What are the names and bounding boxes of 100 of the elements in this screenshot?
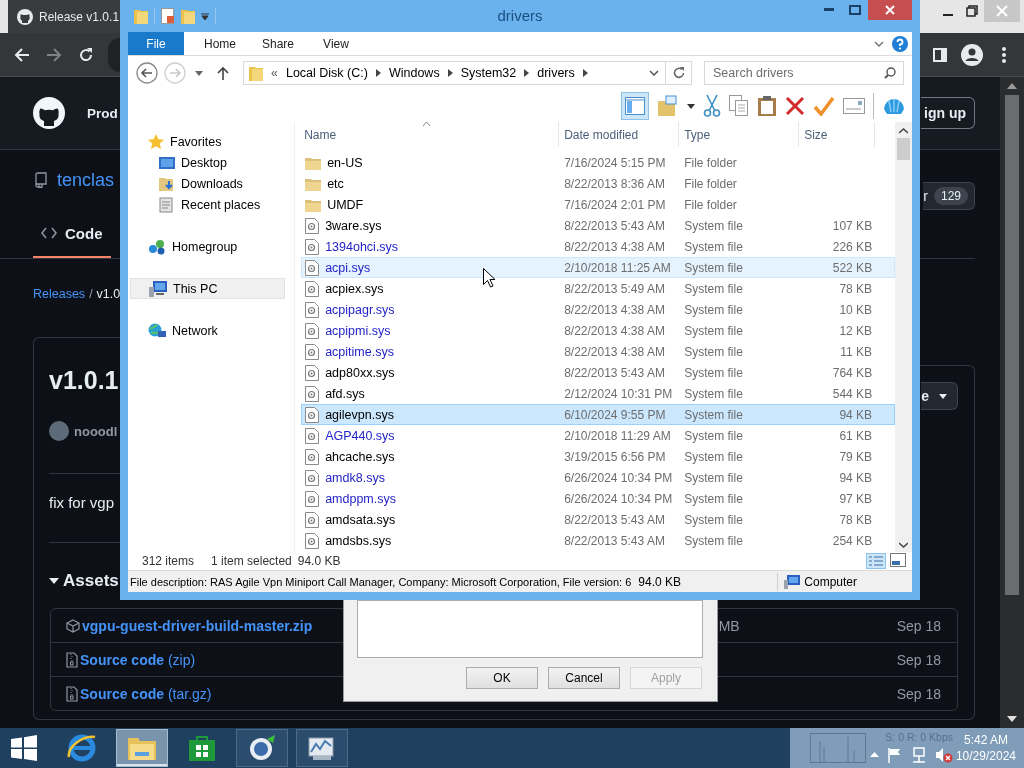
scroll-up-icon[interactable] [1007, 83, 1017, 89]
browser-tab[interactable]: Release v1.0.1 [8, 0, 120, 33]
sign-up-button[interactable]: ign up [921, 97, 975, 129]
layout-pane-button[interactable] [621, 92, 649, 120]
delete-icon[interactable] [785, 96, 805, 116]
search-field[interactable]: Search drivers [704, 61, 904, 85]
asset-link[interactable]: vgpu-guest-driver-build-master.zip [82, 617, 313, 634]
file-row[interactable]: acpi.sys 2/10/2018 11:25 AM System file 522 KB [301, 257, 896, 278]
nav-item[interactable]: Desktop [130, 152, 285, 173]
file-row[interactable]: amdsbs.sys 8/22/2013 5:43 AM System file 254 KB [301, 530, 896, 551]
code-tab[interactable]: Code [33, 210, 111, 258]
clipboard-icon[interactable] [757, 95, 777, 117]
dialog-button[interactable]: OK [466, 667, 538, 689]
file-row[interactable]: etc 8/22/2013 8:36 AM File folder [301, 173, 896, 194]
chevron-icon[interactable] [582, 69, 588, 77]
ribbon-tab[interactable]: View [314, 32, 358, 55]
network-icon[interactable] [911, 746, 927, 763]
ribbon-tab[interactable]: Home [198, 32, 242, 55]
file-type: File folder [683, 155, 738, 170]
logo-icon[interactable] [33, 97, 65, 129]
file-size: 226 KB [831, 239, 874, 254]
scroll-thumb[interactable] [1005, 95, 1019, 595]
file-type: System file [683, 386, 744, 401]
chevron-down-icon[interactable] [874, 40, 884, 47]
nav-item[interactable]: This PC [130, 278, 285, 299]
date-modified: 3/19/2015 6:56 PM [563, 449, 667, 464]
file-type: System file [683, 260, 744, 275]
file-row[interactable]: UMDF 7/16/2024 2:01 PM File folder [301, 194, 896, 215]
file-row[interactable]: amdk8.sys 6/26/2024 10:34 PM System file 94 KB [301, 467, 896, 488]
file-size: 11 KB [839, 344, 874, 359]
muted-speaker-icon[interactable] [935, 746, 953, 763]
taskbar-button[interactable] [296, 729, 348, 767]
scroll-down-icon[interactable] [1007, 716, 1017, 722]
column-header[interactable]: Size [799, 122, 876, 147]
back-button[interactable] [136, 62, 158, 84]
author-name[interactable]: nooodl [74, 423, 118, 439]
file-row[interactable]: AGP440.sys 2/10/2018 11:29 AM System file 61 KB [301, 425, 896, 446]
file-row[interactable]: adp80xx.sys 8/22/2013 5:43 AM System file 764 KB [301, 362, 896, 383]
asset-link[interactable]: Source code (zip) [80, 651, 196, 668]
chevron-icon[interactable] [375, 69, 381, 77]
address-field[interactable]: « Local Disk (C:) Windows System32 drivers [243, 61, 666, 85]
breadcrumb-overflow[interactable]: « [271, 66, 278, 80]
file-row[interactable]: en-US 7/16/2024 5:15 PM File folder [301, 152, 896, 173]
nav-item[interactable]: Favorites [130, 131, 285, 152]
breadcrumb-item[interactable]: Local Disk (C:) [285, 66, 368, 80]
breadcrumb-item[interactable]: System32 [460, 66, 517, 80]
copy-icon[interactable] [729, 95, 749, 117]
scissors-icon[interactable] [703, 95, 721, 117]
chevron-icon[interactable] [524, 69, 530, 77]
nav-item[interactable]: Network [130, 320, 285, 341]
file-row[interactable]: acpitime.sys 8/22/2013 4:38 AM System file 11 KB [301, 341, 896, 362]
dropdown-button[interactable]: e [921, 382, 958, 410]
breadcrumb-item[interactable]: Windows [388, 66, 440, 80]
caret-up-icon[interactable] [870, 752, 879, 757]
file-row[interactable]: 3ware.sys 8/22/2013 5:43 AM System file 107 KB [301, 215, 896, 236]
ribbon-tab[interactable]: Share [256, 32, 300, 55]
column-header[interactable]: Type [679, 122, 800, 147]
dialog-button[interactable]: Cancel [548, 667, 620, 689]
scroll-down-icon[interactable] [899, 542, 909, 548]
file-row[interactable]: 1394ohci.sys 8/22/2013 4:38 AM System file 226 KB [301, 236, 896, 257]
close-icon [996, 5, 1008, 17]
file-row[interactable]: amdppm.sys 6/26/2024 10:34 PM System file 97 KB [301, 488, 896, 509]
flag-icon[interactable] [887, 746, 903, 763]
file-row[interactable]: acpipagr.sys 8/22/2013 4:38 AM System file 10 KB [301, 299, 896, 320]
close-button[interactable] [868, 0, 912, 20]
caret-down-icon[interactable] [687, 103, 695, 109]
file-name: agilevpn.sys [325, 407, 394, 422]
scroll-thumb[interactable] [897, 138, 911, 160]
scrollbar[interactable] [895, 122, 912, 552]
card-icon[interactable] [843, 98, 865, 114]
file-row[interactable]: agilevpn.sys 6/10/2024 9:55 PM System file 94 KB [301, 404, 896, 425]
taskbar-button[interactable] [236, 729, 288, 767]
chevron-icon[interactable] [447, 69, 453, 77]
file-row[interactable]: acpipmi.sys 8/22/2013 4:38 AM System file 12 KB [301, 320, 896, 341]
nav-menu-item[interactable]: Prod [87, 105, 118, 121]
nav-item[interactable]: Recent places [130, 194, 285, 215]
file-menu-button[interactable]: File [128, 32, 184, 55]
properties-icon[interactable] [161, 8, 175, 24]
chevron-down-icon[interactable] [649, 70, 659, 76]
asset-link[interactable]: Source code (tar.gz) [80, 685, 212, 702]
check-icon[interactable] [813, 96, 835, 116]
file-row[interactable]: amdsata.sys 8/22/2013 5:43 AM System file 78 KB [301, 509, 896, 530]
nav-item[interactable]: Homegroup [130, 236, 285, 257]
repo-link[interactable]: tenclas [57, 169, 115, 191]
star-button[interactable]: r 129 [923, 182, 975, 210]
column-header[interactable]: Name [299, 122, 560, 147]
breadcrumb-link[interactable]: Releases [33, 287, 86, 301]
caret-down-icon[interactable] [49, 577, 59, 585]
scroll-up-icon[interactable] [899, 128, 909, 134]
help-icon[interactable] [892, 35, 908, 52]
file-row[interactable]: acpiex.sys 8/22/2013 5:49 AM System file 78 KB [301, 278, 896, 299]
sort-caret-icon[interactable] [423, 122, 431, 126]
file-row[interactable]: afd.sys 2/12/2024 10:31 PM System file 544 KB [301, 383, 896, 404]
preview-view-icon[interactable] [890, 553, 906, 567]
file-row[interactable]: ahcache.sys 3/19/2015 6:56 PM System file 79 KB [301, 446, 896, 467]
refresh-button[interactable] [666, 61, 692, 85]
column-header[interactable]: Date modified [559, 122, 680, 147]
breadcrumb-item[interactable]: drivers [537, 66, 575, 80]
caret-down-icon[interactable] [201, 12, 209, 20]
nav-item[interactable]: Downloads [130, 173, 285, 194]
